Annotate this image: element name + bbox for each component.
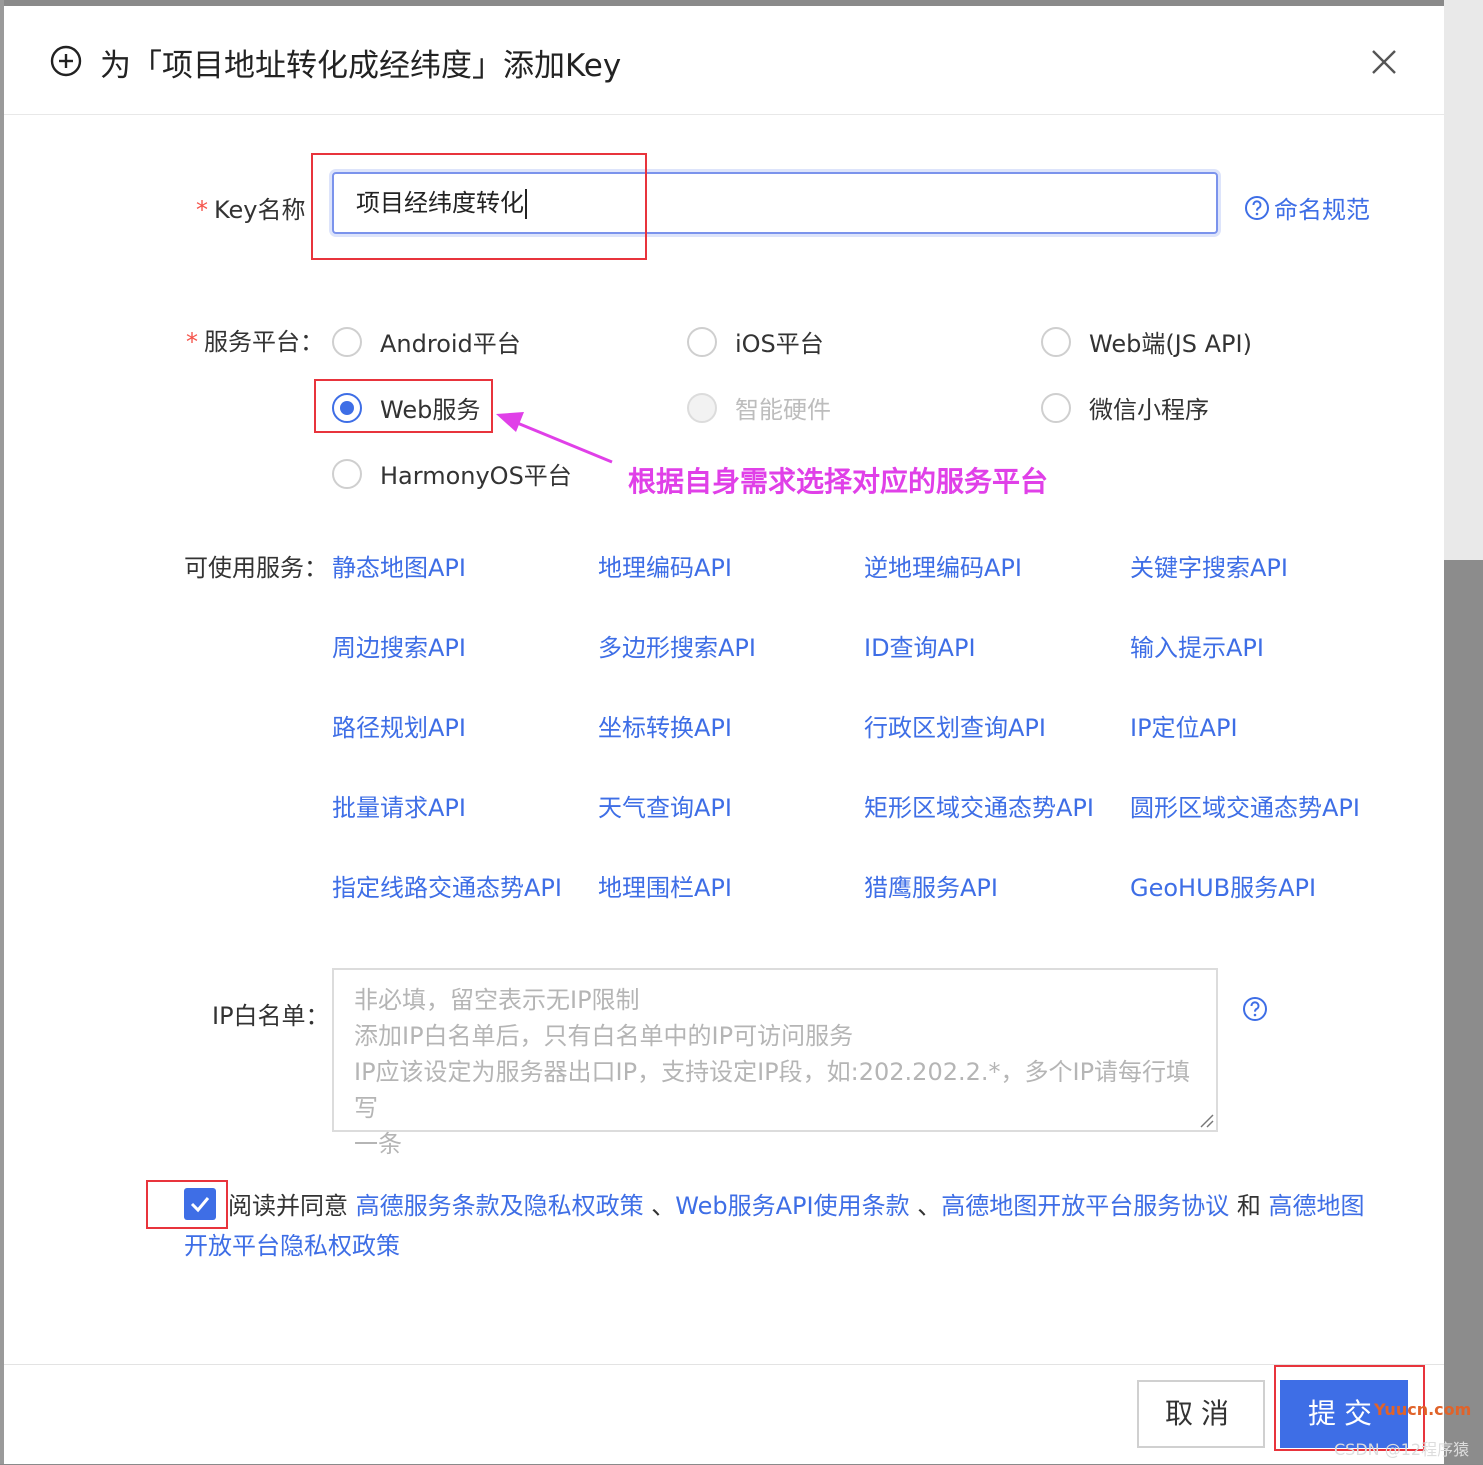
watermark-author: CSDN @12程序猿	[1334, 1440, 1470, 1459]
service-link[interactable]: 逆地理编码API	[864, 548, 1022, 583]
separator: 、	[909, 1192, 942, 1220]
service-link[interactable]: 矩形区域交通态势API	[864, 788, 1094, 823]
backdrop-right	[1444, 0, 1483, 1464]
service-link[interactable]: ID查询API	[864, 628, 976, 663]
radio-circle	[687, 392, 717, 423]
radio-label: 微信小程序	[1089, 396, 1209, 424]
platform-agreement-link[interactable]: 高德地图开放平台服务协议	[941, 1192, 1229, 1220]
ip-help-icon[interactable]	[1242, 996, 1268, 1022]
placeholder-line: 添加IP白名单后，只有白名单中的IP可访问服务	[354, 1022, 854, 1050]
radio-label: Android平台	[380, 330, 521, 358]
radio-circle	[1041, 392, 1071, 423]
backdrop-band	[1444, 560, 1483, 1464]
platform-label-text: 服务平台：	[204, 328, 324, 356]
service-link[interactable]: 圆形区域交通态势API	[1130, 788, 1360, 823]
watermark-site: Yuucn.com	[1374, 1400, 1472, 1419]
service-link[interactable]: 指定线路交通态势API	[332, 868, 562, 903]
placeholder-line: 一条	[354, 1130, 402, 1158]
radio-circle	[687, 326, 717, 357]
key-name-value: 项目经纬度转化	[356, 189, 524, 217]
required-mark: *	[196, 196, 208, 224]
service-link[interactable]: 关键字搜索API	[1130, 548, 1288, 583]
service-link[interactable]: 地理围栏API	[598, 868, 732, 903]
placeholder-line: 非必填，留空表示无IP限制	[354, 986, 640, 1014]
key-name-input[interactable]: 项目经纬度转化	[332, 172, 1218, 234]
radio-android[interactable]: Android平台	[332, 324, 521, 359]
terms-privacy-link[interactable]: 高德服务条款及隐私权政策	[356, 1192, 644, 1220]
service-link[interactable]: GeoHUB服务API	[1130, 868, 1316, 903]
services-label: 可使用服务：	[184, 554, 328, 582]
radio-ios[interactable]: iOS平台	[687, 324, 824, 359]
agreement-prefix: 阅读并同意	[228, 1192, 356, 1220]
service-link[interactable]: 静态地图API	[332, 548, 466, 583]
service-link[interactable]: 天气查询API	[598, 788, 732, 823]
service-link[interactable]: 周边搜索API	[332, 628, 466, 663]
radio-circle	[332, 458, 362, 489]
help-circle-icon	[1245, 195, 1269, 220]
check-icon	[190, 1197, 210, 1213]
cancel-button[interactable]: 取消	[1137, 1380, 1265, 1448]
required-mark: *	[186, 328, 198, 356]
service-link[interactable]: 地理编码API	[598, 548, 732, 583]
resize-handle-icon[interactable]	[1198, 1112, 1214, 1128]
annotation-text: 根据自身需求选择对应的服务平台	[628, 465, 1049, 498]
service-link[interactable]: 批量请求API	[332, 788, 466, 823]
ip-whitelist-label: IP白名单：	[212, 1002, 330, 1030]
placeholder-line: IP应该设定为服务器出口IP，支持设定IP段，如:202.202.2.*，多个I…	[354, 1058, 1191, 1122]
separator: 、	[643, 1192, 676, 1220]
ip-whitelist-textarea[interactable]: 非必填，留空表示无IP限制 添加IP白名单后，只有白名单中的IP可访问服务 IP…	[332, 968, 1218, 1158]
radio-web-js-api[interactable]: Web端(JS API)	[1041, 324, 1252, 359]
dialog-header: 为「项目地址转化成经纬度」添加Key	[4, 6, 1444, 115]
agree-checkbox[interactable]	[184, 1188, 216, 1220]
radio-circle	[1041, 326, 1071, 357]
naming-rule-text: 命名规范	[1274, 196, 1370, 224]
key-name-label-text: Key名称	[214, 196, 306, 224]
radio-circle	[332, 392, 362, 423]
radio-circle	[332, 326, 362, 357]
key-name-label: * Key名称	[196, 190, 306, 225]
add-key-dialog: 为「项目地址转化成经纬度」添加Key * Key名称 项目经纬度转化 命名规范 *…	[4, 6, 1444, 1464]
service-link[interactable]: IP定位API	[1130, 708, 1238, 743]
agreement-row: 阅读并同意 高德服务条款及隐私权政策 、Web服务API使用条款 、高德地图开放…	[184, 1186, 1374, 1266]
radio-label: Web端(JS API)	[1089, 330, 1252, 358]
service-link[interactable]: 输入提示API	[1130, 628, 1264, 663]
dialog-title: 为「项目地址转化成经纬度」添加Key	[100, 48, 622, 84]
annotation-arrow-icon	[496, 412, 613, 464]
radio-web-service[interactable]: Web服务	[332, 390, 480, 425]
text-caret	[525, 189, 527, 219]
separator: 和	[1229, 1192, 1269, 1220]
web-api-terms-link[interactable]: Web服务API使用条款	[675, 1192, 909, 1220]
service-link[interactable]: 行政区划查询API	[864, 708, 1046, 743]
service-link[interactable]: 多边形搜索API	[598, 628, 756, 663]
radio-label: Web服务	[380, 396, 481, 424]
platform-label: * 服务平台：	[186, 322, 324, 357]
close-icon[interactable]	[1368, 46, 1400, 78]
service-link[interactable]: 坐标转换API	[598, 708, 732, 743]
radio-smart-hardware: 智能硬件	[687, 390, 831, 425]
radio-label: 智能硬件	[735, 396, 831, 424]
radio-label: iOS平台	[735, 330, 824, 358]
plus-circle-icon	[50, 45, 82, 77]
naming-rule-link[interactable]: 命名规范	[1244, 190, 1370, 225]
radio-wechat-mini[interactable]: 微信小程序	[1041, 390, 1209, 425]
service-link[interactable]: 猎鹰服务API	[864, 868, 998, 903]
service-link[interactable]: 路径规划API	[332, 708, 466, 743]
